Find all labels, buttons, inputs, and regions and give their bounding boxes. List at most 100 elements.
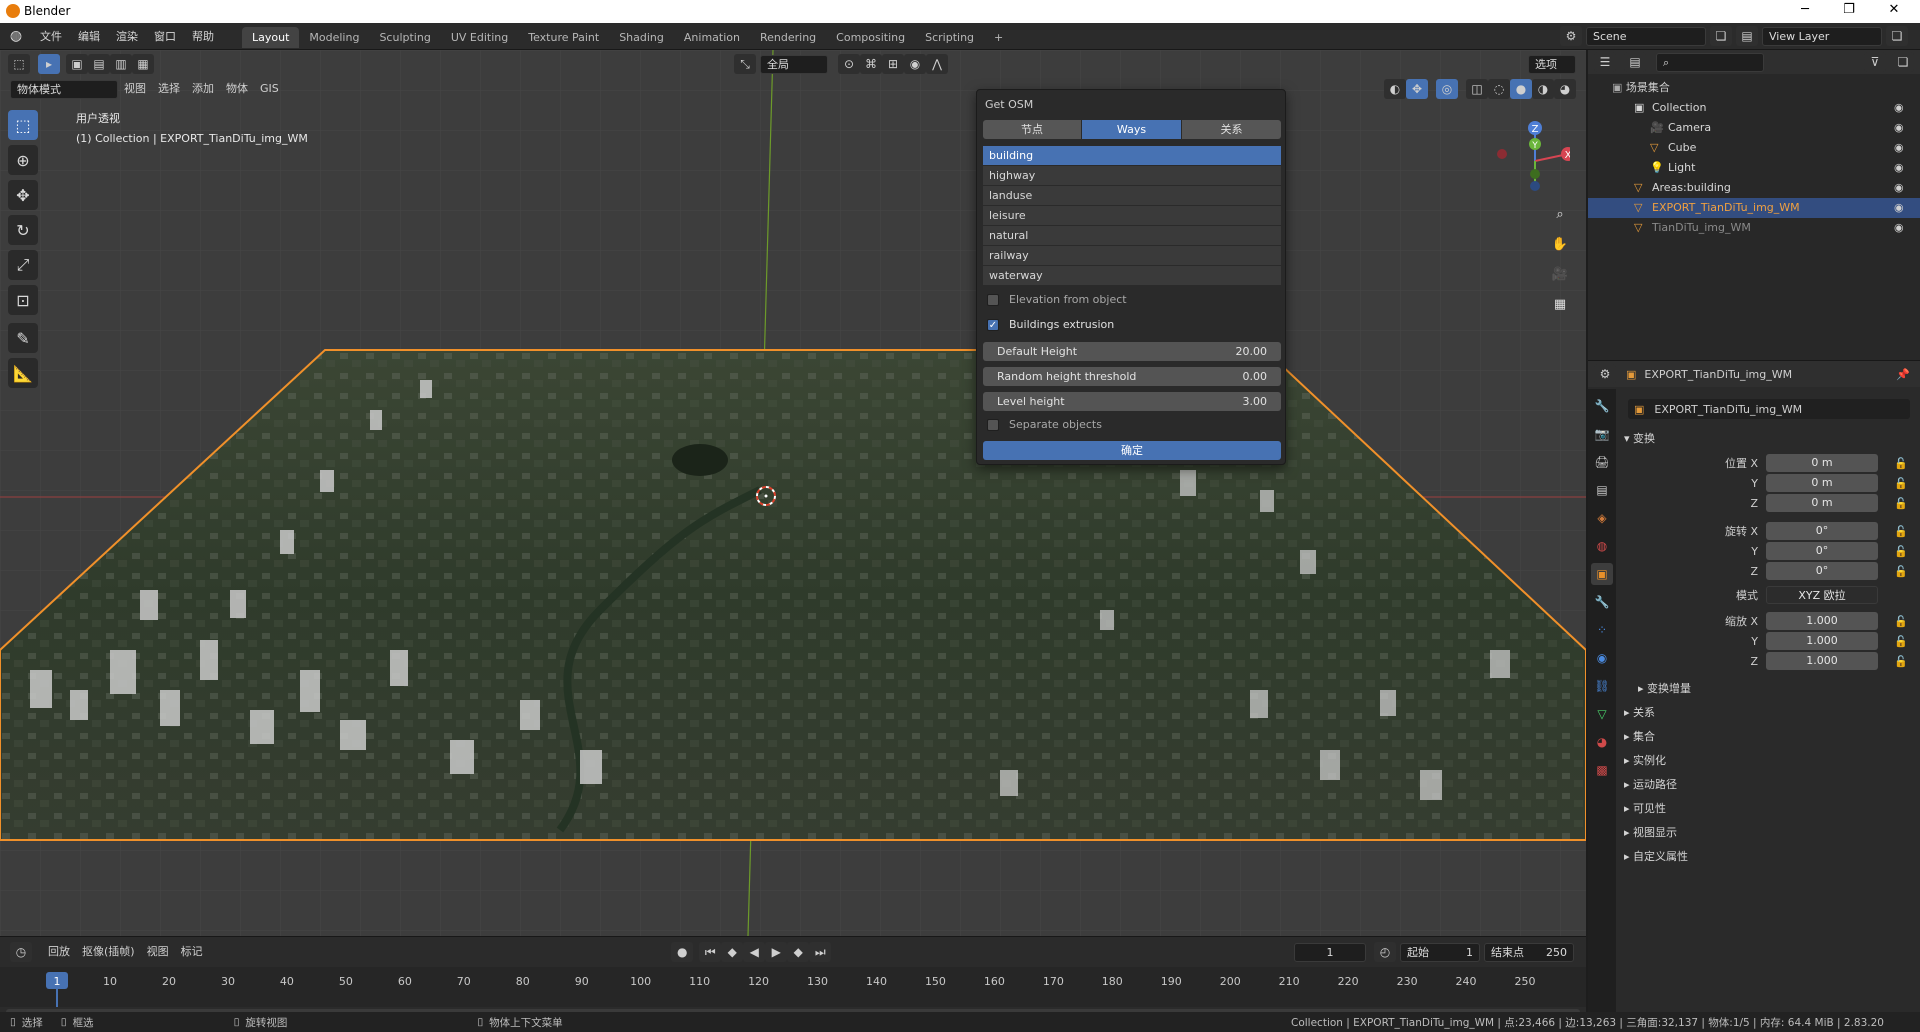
move-tool-icon[interactable]: ✥ [8, 180, 38, 210]
display-mode-icon[interactable]: ▤ [1624, 52, 1646, 72]
transform-tool-icon[interactable]: ⊡ [8, 285, 38, 315]
outliner-row[interactable]: ▽ EXPORT_TianDiTu_img_WM ◉ [1588, 198, 1920, 218]
object-mode-dropdown[interactable]: 物体模式 [10, 79, 118, 99]
tab-scripting[interactable]: Scripting [915, 27, 984, 48]
snap-target-icon[interactable]: ⊞ [882, 54, 904, 74]
rotation-z-field[interactable]: 0° [1766, 562, 1878, 580]
default-height-field[interactable]: Default Height 20.00 [983, 342, 1281, 361]
lock-icon[interactable]: 🔓 [1878, 525, 1908, 538]
osm-tag-building[interactable]: building [983, 146, 1281, 166]
wireframe-shading-icon[interactable]: ◌ [1488, 79, 1510, 99]
visibility-eye-icon[interactable]: ◉ [1894, 158, 1904, 178]
mesh-data-tab-icon[interactable]: ▽ [1591, 703, 1613, 725]
visibility-eye-icon[interactable]: ◉ [1894, 98, 1904, 118]
lock-icon[interactable]: 🔓 [1878, 497, 1908, 510]
zoom-icon[interactable]: ⌕ [1548, 202, 1572, 226]
navigation-gizmo[interactable]: Z Y X [1490, 116, 1570, 196]
property-section-header[interactable]: ▸ 集合 [1624, 727, 1655, 747]
tab-sculpting[interactable]: Sculpting [369, 27, 440, 48]
scene-selector[interactable]: Scene [1586, 26, 1706, 46]
location-x-field[interactable]: 0 m [1766, 454, 1878, 472]
separate-option[interactable]: Separate objects [987, 418, 1102, 431]
annotate-tool-icon[interactable]: ✎ [8, 323, 38, 353]
world-tab-icon[interactable]: ◍ [1591, 535, 1613, 557]
physics-tab-icon[interactable]: ◉ [1591, 647, 1613, 669]
menu-help[interactable]: 帮助 [184, 23, 222, 50]
location-y-field[interactable]: 0 m [1766, 474, 1878, 492]
outliner-row[interactable]: 💡 Light ◉ [1588, 158, 1920, 178]
osm-tag-leisure[interactable]: leisure [983, 206, 1281, 226]
tab-texture-paint[interactable]: Texture Paint [518, 27, 609, 48]
location-z-field[interactable]: 0 m [1766, 494, 1878, 512]
property-section-header[interactable]: ▸ 实例化 [1624, 751, 1666, 771]
delta-transform-header[interactable]: ▸ 变换增量 [1638, 679, 1691, 699]
new-scene-icon[interactable]: ❏ [1710, 26, 1732, 46]
osm-tag-natural[interactable]: natural [983, 226, 1281, 246]
constraints-tab-icon[interactable]: ⛓ [1591, 675, 1613, 697]
visibility-eye-icon[interactable]: ◉ [1894, 138, 1904, 158]
new-view-layer-icon[interactable]: ❏ [1886, 26, 1908, 46]
select-box-new-icon[interactable]: ▣ [66, 54, 88, 74]
xray-icon[interactable]: ◫ [1466, 79, 1488, 99]
prev-keyframe-icon[interactable]: ◆ [721, 942, 744, 962]
cursor-tool-icon[interactable]: ⊕ [8, 145, 38, 175]
outliner-search-input[interactable]: ⌕ [1656, 52, 1764, 72]
viewport-menu-gis[interactable]: GIS [254, 79, 285, 99]
outliner-row[interactable]: 🎥 Camera ◉ [1588, 118, 1920, 138]
measure-tool-icon[interactable]: 📐 [8, 358, 38, 388]
osm-tag-waterway[interactable]: waterway [983, 266, 1281, 286]
material-tab-icon[interactable]: ◕ [1591, 731, 1613, 753]
play-icon[interactable]: ▶ [765, 942, 788, 962]
property-section-header[interactable]: ▸ 可见性 [1624, 799, 1666, 819]
osm-tag-highway[interactable]: highway [983, 166, 1281, 186]
outliner-row[interactable]: ▽ TianDiTu_img_WM ◉ [1588, 218, 1920, 238]
close-button[interactable]: ✕ [1885, 2, 1903, 17]
elevation-option[interactable]: Elevation from object [987, 293, 1127, 306]
tab-rendering[interactable]: Rendering [750, 27, 826, 48]
3d-viewport[interactable]: ⬚ ▸ ▣ ▤ ▥ ▦ ⤡ 全局 ⊙ ⌘ ⊞ ◉ ⋀ 选项 物体模式 视图 选择… [0, 50, 1586, 936]
menu-file[interactable]: 文件 [32, 23, 70, 50]
pin-icon[interactable]: 📌 [1896, 368, 1910, 381]
overlays-icon[interactable]: ◎ [1436, 79, 1458, 99]
scene-icon[interactable]: ⚙ [1560, 26, 1582, 46]
record-icon[interactable]: ● [671, 942, 694, 962]
tab-layout[interactable]: Layout [242, 27, 300, 48]
scene-collection-row[interactable]: ▣ 场景集合 [1612, 78, 1670, 98]
property-section-header[interactable]: ▸ 视图显示 [1624, 823, 1677, 843]
rotation-mode-dropdown[interactable]: XYZ 欧拉 [1766, 586, 1878, 604]
lock-icon[interactable]: 🔓 [1878, 635, 1908, 648]
visibility-eye-icon[interactable]: ◉ [1894, 198, 1904, 218]
visibility-eye-icon[interactable]: ◉ [1894, 178, 1904, 198]
scale-tool-icon[interactable]: ⤢ [8, 250, 38, 280]
object-tab-icon[interactable]: ▣ [1591, 563, 1613, 585]
jump-start-icon[interactable]: ⏮ [699, 942, 722, 962]
elevation-checkbox[interactable] [987, 293, 999, 306]
extrusion-checkbox[interactable]: ✓ [987, 318, 999, 331]
osm-tab-relations[interactable]: 关系 [1182, 120, 1281, 139]
extrusion-option[interactable]: ✓ Buildings extrusion [987, 318, 1114, 331]
visibility-icon[interactable]: ◐ [1384, 79, 1406, 99]
viewport-menu-view[interactable]: 视图 [118, 79, 152, 99]
select-box-subtract-icon[interactable]: ▥ [110, 54, 132, 74]
timeline-menu-marker[interactable]: 标记 [175, 942, 209, 962]
minimize-button[interactable]: ─ [1796, 2, 1814, 17]
view-layer-icon[interactable]: ▤ [1736, 26, 1758, 46]
filter-icon[interactable]: ⊽ [1864, 52, 1886, 72]
options-dropdown[interactable]: 选项 [1528, 54, 1576, 74]
osm-tab-ways[interactable]: Ways [1082, 120, 1181, 139]
render-tab-icon[interactable]: 📷 [1591, 423, 1613, 445]
outliner-row[interactable]: ▽ Areas:building ◉ [1588, 178, 1920, 198]
lock-icon[interactable]: 🔓 [1878, 565, 1908, 578]
particles-tab-icon[interactable]: ⁘ [1591, 619, 1613, 641]
snap-icon[interactable]: ⌘ [860, 54, 882, 74]
falloff-icon[interactable]: ⋀ [926, 54, 948, 74]
transform-section-header[interactable]: ▾ 变换 [1624, 429, 1655, 449]
rendered-shading-icon[interactable]: ◕ [1554, 79, 1576, 99]
timeline-editor-type-icon[interactable]: ◷ [10, 942, 32, 962]
osm-tag-landuse[interactable]: landuse [983, 186, 1281, 206]
modifier-tab-icon[interactable]: 🔧 [1591, 591, 1613, 613]
level-height-field[interactable]: Level height 3.00 [983, 392, 1281, 411]
transform-orientation-dropdown[interactable]: 全局 [760, 54, 828, 74]
select-box-extend-icon[interactable]: ▤ [88, 54, 110, 74]
menu-render[interactable]: 渲染 [108, 23, 146, 50]
